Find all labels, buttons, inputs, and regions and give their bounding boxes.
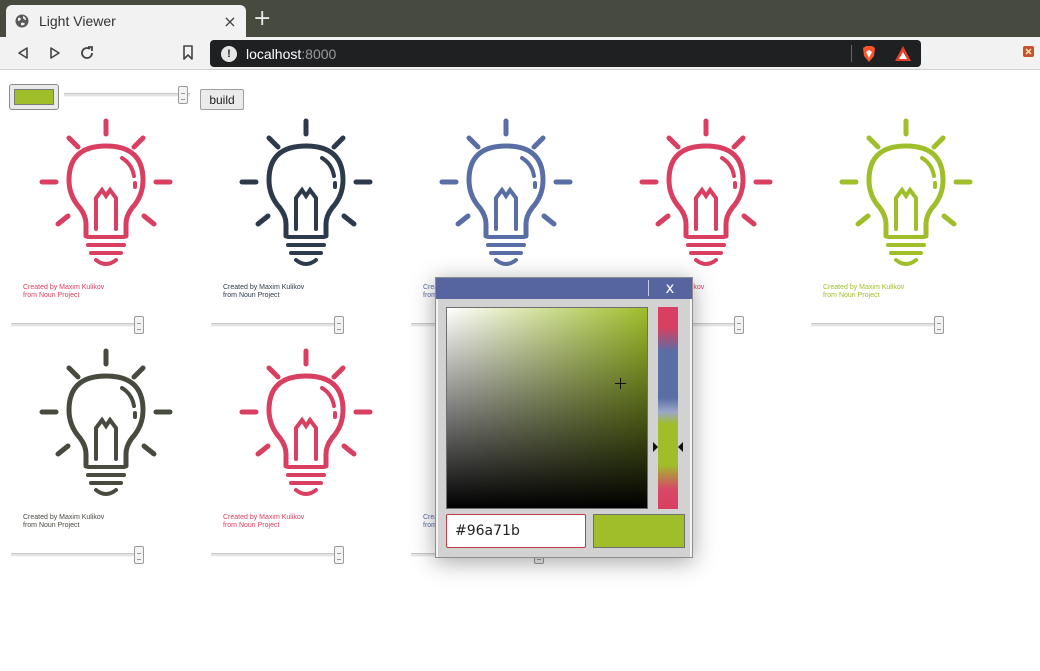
slider-track <box>811 323 939 327</box>
lightbulb-icon <box>239 348 373 496</box>
bulb-slider[interactable] <box>211 316 346 334</box>
back-arrow-icon <box>18 47 28 59</box>
tab-close-icon[interactable]: × <box>220 11 240 31</box>
extension-icon[interactable] <box>1022 44 1035 58</box>
build-button[interactable]: build <box>200 89 244 110</box>
lightbulb-icon <box>239 118 373 266</box>
crosshair-icon <box>615 378 626 389</box>
forward-arrow-icon <box>50 47 60 59</box>
credit-line-source: from Noun Project <box>223 522 280 529</box>
color-preview <box>593 514 685 548</box>
bulb-image <box>36 346 176 506</box>
url-bar[interactable]: ! localhost:8000 <box>210 40 921 67</box>
picker-close-button[interactable]: x <box>657 278 683 298</box>
credit-line-source: from Noun Project <box>823 292 880 299</box>
credit-line-author: Created by Maxim Kulikov <box>823 284 905 291</box>
slider-track <box>211 323 339 327</box>
slider-thumb[interactable] <box>734 316 744 334</box>
swatch-color-fill <box>14 89 54 105</box>
lightbulb-icon <box>39 348 173 496</box>
bulb-slider[interactable] <box>811 316 946 334</box>
reload-button[interactable] <box>77 43 97 63</box>
slider-thumb[interactable] <box>334 546 344 564</box>
brave-shield-icon[interactable] <box>861 45 877 63</box>
bookmark-icon <box>183 45 193 60</box>
browser-toolbar: ! localhost:8000 <box>0 37 1040 70</box>
bulb-credit: Created by Maxim Kulikovfrom Noun Projec… <box>823 284 904 300</box>
forward-button[interactable] <box>45 43 65 63</box>
credit-line-source: from Noun Project <box>23 522 80 529</box>
bulb-credit: Created by Maxim Kulikovfrom Noun Projec… <box>223 514 304 530</box>
saturation-value-pad[interactable] <box>446 307 648 509</box>
credit-line-author: Created by Maxim Kulikov <box>223 514 305 521</box>
titlebar-separator <box>648 280 649 296</box>
site-info-icon[interactable]: ! <box>221 45 237 62</box>
size-slider[interactable] <box>64 86 194 104</box>
bulb-credit: Created by Maxim Kulikovfrom Noun Projec… <box>23 284 104 300</box>
url-port: :8000 <box>301 45 337 62</box>
lightbulb-icon <box>639 118 773 266</box>
reload-icon <box>81 46 93 59</box>
bulb-image <box>236 346 376 506</box>
picker-titlebar: x <box>436 278 692 299</box>
slider-track <box>11 323 139 327</box>
color-swatch-button[interactable] <box>9 84 59 110</box>
lightbulb-icon <box>39 118 173 266</box>
url-host: localhost <box>246 45 302 62</box>
picker-body <box>438 299 690 557</box>
hue-arrow-right-icon[interactable] <box>678 442 683 452</box>
bulb-credit: Created by Maxim Kulikovfrom Noun Projec… <box>223 284 304 300</box>
credit-line-author: Created by Maxim Kulikov <box>223 284 305 291</box>
tab-title: Light Viewer <box>39 13 116 29</box>
bulb-slider[interactable] <box>11 546 146 564</box>
bulb-image <box>436 116 576 276</box>
credit-line-source: from Noun Project <box>223 292 280 299</box>
hue-arrow-left-icon[interactable] <box>653 442 658 452</box>
rewards-icon[interactable] <box>894 45 912 62</box>
bookmark-button[interactable] <box>178 43 198 63</box>
slider-thumb[interactable] <box>178 86 188 104</box>
bulb-image <box>636 116 776 276</box>
browser-tab-bar: Light Viewer × + <box>0 0 1040 37</box>
hex-input[interactable] <box>446 514 586 548</box>
credit-line-source: from Noun Project <box>23 292 80 299</box>
bulb-image <box>836 116 976 276</box>
slider-track <box>64 93 190 97</box>
bulb-slider[interactable] <box>211 546 346 564</box>
new-tab-button[interactable]: + <box>253 8 271 30</box>
slider-track <box>11 553 139 557</box>
bulb-credit: Created by Maxim Kulikovfrom Noun Projec… <box>23 514 104 530</box>
bulb-image <box>236 116 376 276</box>
bulb-image <box>36 116 176 276</box>
browser-tab[interactable]: Light Viewer × <box>6 5 246 37</box>
credit-line-author: Created by Maxim Kulikov <box>23 284 105 291</box>
slider-track <box>211 553 339 557</box>
bulb-slider[interactable] <box>11 316 146 334</box>
hue-strip[interactable] <box>658 307 678 509</box>
lightbulb-icon <box>839 118 973 266</box>
credit-line-author: Created by Maxim Kulikov <box>23 514 105 521</box>
slider-thumb[interactable] <box>334 316 344 334</box>
slider-thumb[interactable] <box>134 316 144 334</box>
back-button[interactable] <box>13 43 33 63</box>
lightbulb-icon <box>439 118 573 266</box>
color-picker-dialog: x <box>435 277 693 558</box>
url-separator <box>851 45 852 62</box>
globe-icon <box>15 14 29 28</box>
slider-thumb[interactable] <box>134 546 144 564</box>
slider-thumb[interactable] <box>934 316 944 334</box>
